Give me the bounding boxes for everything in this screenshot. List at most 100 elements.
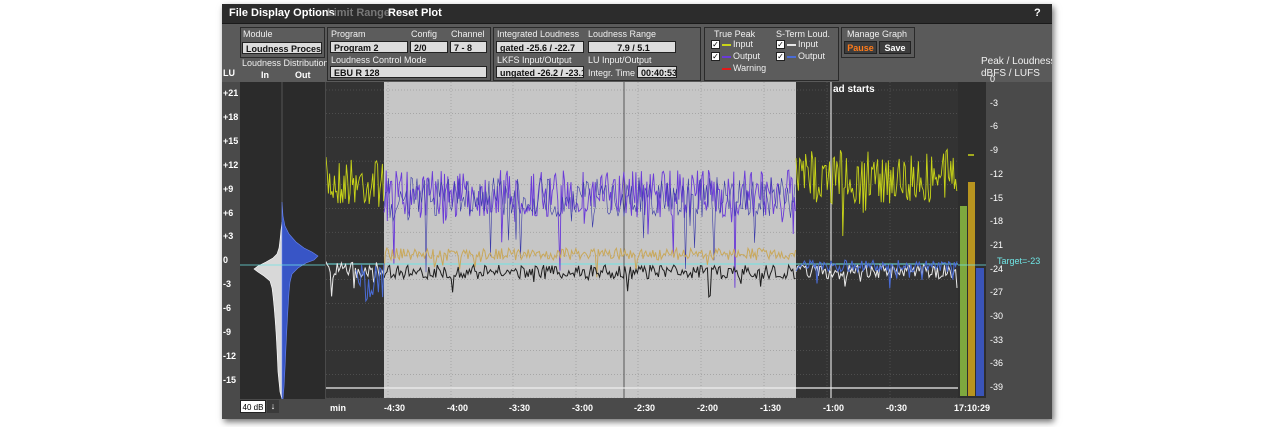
- manage-graph-label: Manage Graph: [847, 29, 908, 39]
- ad-starts-annotation: ad starts: [833, 84, 875, 95]
- time-tick: -2:00: [697, 403, 719, 413]
- input-peak-trace-right: [795, 148, 958, 237]
- meter-bars: [958, 154, 986, 396]
- lu-tick: -12: [223, 350, 237, 361]
- lu-unit-label: LU: [223, 68, 235, 78]
- input-distribution: [253, 221, 283, 400]
- time-tick: -1:30: [760, 403, 782, 413]
- peak-tick: -33: [990, 334, 1004, 345]
- st-input-label: Input: [798, 39, 819, 49]
- true-peak-label: True Peak: [714, 29, 756, 39]
- menu-display-options[interactable]: Display Options: [251, 7, 335, 19]
- loudness-distribution-panel: In Out: [240, 70, 325, 400]
- lu-tick: 0: [223, 255, 229, 266]
- settings-toolbar: Module Loudness Process Loudness Distrib…: [222, 24, 1052, 82]
- integrated-loudness-group: Integrated Loudness Loudness Range gated…: [493, 27, 701, 81]
- help-icon[interactable]: ?: [1034, 7, 1041, 19]
- target-label: Target=-23: [997, 256, 1041, 266]
- peak-tick: -18: [990, 216, 1004, 227]
- integr-time-label: Integr. Time: [588, 68, 636, 78]
- menu-reset-plot[interactable]: Reset Plot: [388, 7, 442, 19]
- peak-tick: -27: [990, 287, 1004, 298]
- pause-button[interactable]: Pause: [844, 41, 877, 54]
- mode-select[interactable]: EBU R 128: [330, 66, 487, 78]
- menu-file[interactable]: File: [229, 7, 248, 19]
- st-input-checkbox[interactable]: ✓: [776, 40, 785, 49]
- mode-label: Loudness Control Mode: [331, 55, 427, 65]
- range-value: 7.9 / 5.1: [588, 41, 676, 53]
- meter-select-group: True Peak S-Term Loud. ✓ Input ✓ Output …: [704, 27, 839, 81]
- peak-tick: 0: [990, 74, 996, 84]
- arrow-down-icon[interactable]: ↓: [267, 400, 279, 413]
- lu-tick: -15: [223, 374, 237, 385]
- lu-tick: +18: [223, 111, 239, 122]
- channel-field: 7 - 8: [450, 41, 487, 53]
- menu-limit-range: Limit Range: [327, 7, 390, 19]
- peak-tick: -3: [990, 97, 999, 108]
- time-tick: -0:30: [886, 403, 908, 413]
- right-axis-title: Peak / Loudness: [981, 56, 1052, 67]
- program-label: Program: [331, 29, 366, 39]
- peak-tick: -9: [990, 145, 999, 156]
- st-output-label: Output: [798, 51, 826, 61]
- tp-output-swatch: [722, 56, 731, 58]
- module-select[interactable]: Loudness Process: [242, 42, 322, 54]
- lu-tick: +6: [223, 207, 234, 218]
- lu-tick: +21: [223, 88, 239, 98]
- config-label: Config: [411, 29, 438, 39]
- integrated-label: Integrated Loudness: [497, 29, 580, 39]
- lu-label: LU Input/Output: [588, 55, 652, 65]
- time-tick: 17:10:29: [954, 403, 991, 413]
- time-tick: -1:00: [823, 403, 845, 413]
- time-tick: -3:00: [572, 403, 594, 413]
- manage-graph-group: Manage Graph Pause Save: [841, 27, 915, 58]
- peak-tick: -12: [990, 168, 1004, 179]
- st-output-checkbox[interactable]: ✓: [776, 52, 785, 61]
- range-select[interactable]: 40 dB: [240, 400, 266, 413]
- peak-tick: -36: [990, 358, 1004, 369]
- range-label: Loudness Range: [588, 29, 657, 39]
- meter-input-loud: [968, 182, 975, 396]
- tp-input-checkbox[interactable]: ✓: [711, 40, 720, 49]
- loudness-monitor-window: File Display Options Limit Range Reset P…: [222, 4, 1052, 419]
- dist-out-label: Out: [295, 70, 311, 80]
- output-distribution: [281, 201, 319, 400]
- sterm-label: S-Term Loud.: [776, 29, 831, 39]
- distribution-title: Loudness Distribution: [242, 58, 329, 68]
- time-tick: -3:30: [509, 403, 531, 413]
- integr-time-value: 00:40:53: [637, 66, 677, 78]
- lkfs-label: LKFS Input/Output: [497, 55, 572, 65]
- level-meters: [958, 82, 986, 398]
- peak-tick: -6: [990, 121, 999, 132]
- module-label: Module: [243, 29, 273, 39]
- distribution-histogram: [240, 82, 325, 400]
- program-select[interactable]: Program 2: [330, 41, 408, 53]
- save-button[interactable]: Save: [879, 41, 911, 54]
- tp-input-swatch: [722, 44, 731, 46]
- lu-tick: -6: [223, 303, 232, 314]
- menu-bar: File Display Options Limit Range Reset P…: [222, 4, 1052, 24]
- peak-tick: -21: [990, 239, 1004, 250]
- lu-tick: -9: [223, 327, 232, 337]
- dist-in-label: In: [261, 70, 269, 80]
- module-group: Module Loudness Process: [240, 27, 325, 58]
- meter-output-loud: [976, 268, 984, 396]
- range-control[interactable]: 40 dB ↓: [240, 400, 280, 413]
- loudness-history-plot: ad starts: [326, 82, 958, 398]
- lu-tick: +12: [223, 159, 239, 170]
- ungated-value: ungated -26.2 / -23.1: [496, 66, 584, 78]
- time-unit-label: min: [330, 403, 347, 413]
- lu-tick: +15: [223, 135, 239, 146]
- st-output-swatch: [787, 56, 796, 58]
- lu-tick: +9: [223, 183, 234, 194]
- tp-output-label: Output: [733, 51, 761, 61]
- lu-tick: +3: [223, 231, 234, 242]
- peak-tick: -30: [990, 311, 1004, 321]
- meter-input-peak: [960, 206, 967, 396]
- time-tick: -4:00: [447, 403, 469, 413]
- tp-output-checkbox[interactable]: ✓: [711, 52, 720, 61]
- tp-input-label: Input: [733, 39, 754, 49]
- peak-tick: -39: [990, 382, 1004, 393]
- warning-swatch: [722, 68, 731, 70]
- input-peak-trace-left: [326, 156, 385, 207]
